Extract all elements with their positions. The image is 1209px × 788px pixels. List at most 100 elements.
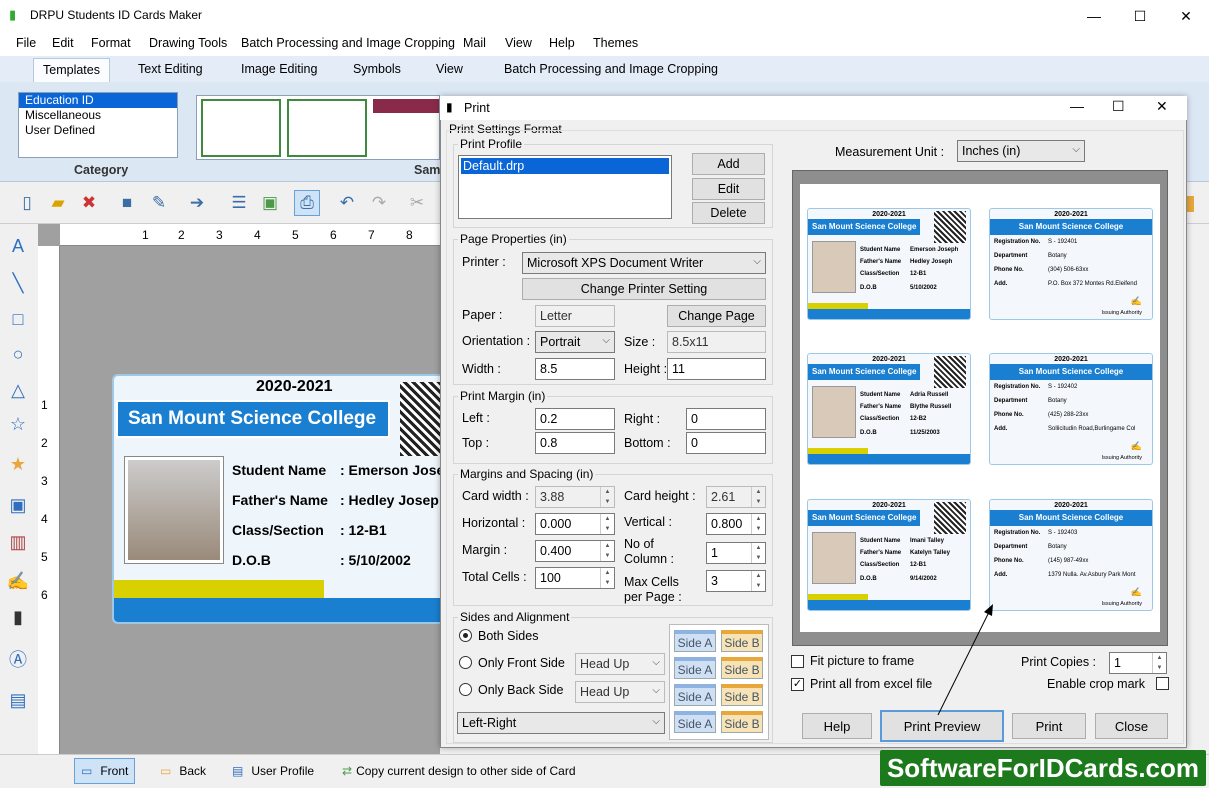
margin-right-field[interactable]: 0 — [686, 408, 766, 430]
save-icon[interactable]: ■ — [114, 190, 140, 216]
picture-tool-icon[interactable]: ▣ — [4, 491, 32, 519]
category-item[interactable]: User Defined — [19, 123, 177, 138]
tab-batch[interactable]: Batch Processing and Image Cropping — [504, 62, 718, 76]
line-tool-icon[interactable]: ╲ — [4, 269, 32, 297]
category-item[interactable]: Miscellaneous — [19, 108, 177, 123]
category-item[interactable]: Education ID — [19, 93, 177, 108]
card-height-field[interactable]: 2.61 ▲ ▼ — [706, 486, 766, 508]
text-tool-icon[interactable]: A — [4, 232, 32, 260]
columns-field[interactable]: 1 ▲ ▼ — [706, 542, 766, 564]
front-button[interactable]: ▭ Front — [74, 758, 136, 784]
sample-thumbnail[interactable] — [287, 99, 367, 157]
front-side-radio[interactable] — [459, 656, 472, 669]
new-icon[interactable]: ▯ — [14, 190, 40, 216]
redo-icon[interactable]: ↷ — [366, 190, 392, 216]
alignment-select[interactable]: Left-Right ⌵ — [457, 712, 665, 734]
library-tool-icon[interactable]: ▥ — [4, 528, 32, 556]
barcode-tool-icon[interactable]: ▮ — [4, 603, 32, 631]
close-file-icon[interactable]: ✖ — [76, 190, 102, 216]
save-as-icon[interactable]: ✎ — [146, 190, 172, 216]
spinner-arrows-icon[interactable]: ▲ ▼ — [600, 514, 614, 534]
word-art-tool-icon[interactable]: Ⓐ — [4, 645, 32, 673]
copy-design-button[interactable]: ⇄ Copy current design to other side of Ca… — [336, 758, 582, 784]
printer-select[interactable]: Microsoft XPS Document Writer ⌵ — [522, 252, 766, 274]
change-printer-button[interactable]: Change Printer Setting — [522, 278, 766, 300]
tab-text-editing[interactable]: Text Editing — [138, 62, 203, 76]
signature-tool-icon[interactable]: ✍ — [4, 567, 32, 595]
both-sides-radio[interactable] — [459, 629, 472, 642]
menu-batch[interactable]: Batch Processing and Image Cropping — [241, 36, 455, 50]
back-head-up-select[interactable]: Head Up ⌵ — [575, 681, 665, 703]
spinner-arrows-icon[interactable]: ▲ ▼ — [600, 568, 614, 588]
open-icon[interactable]: ▰ — [45, 190, 71, 216]
delete-profile-button[interactable]: Delete — [692, 202, 765, 224]
maximize-button[interactable]: ☐ — [1117, 0, 1163, 32]
user-profile-button[interactable]: ▤ User Profile — [226, 758, 320, 784]
image-library-icon[interactable]: ▤ — [4, 686, 32, 714]
image-icon[interactable]: ▣ — [257, 190, 283, 216]
menu-themes[interactable]: Themes — [593, 36, 638, 50]
spinner-arrows-icon[interactable]: ▲ ▼ — [600, 487, 614, 507]
tab-templates[interactable]: Templates — [33, 58, 110, 82]
help-button[interactable]: Help — [802, 713, 872, 739]
measurement-unit-select[interactable]: Inches (in) ⌵ — [957, 140, 1085, 162]
dialog-close-button[interactable]: ✕ — [1156, 98, 1168, 115]
menu-format[interactable]: Format — [91, 36, 131, 50]
menu-file[interactable]: File — [16, 36, 36, 50]
paper-field[interactable]: Letter — [535, 305, 615, 327]
cut-icon[interactable]: ✂ — [404, 190, 430, 216]
max-cells-field[interactable]: 3 ▲ ▼ — [706, 570, 766, 592]
spinner-arrows-icon[interactable]: ▲ ▼ — [751, 571, 765, 591]
category-list[interactable]: Education ID Miscellaneous User Defined — [18, 92, 178, 158]
close-dialog-button[interactable]: Close — [1095, 713, 1168, 739]
back-button[interactable]: ▭ Back — [154, 758, 212, 784]
crop-mark-checkbox[interactable] — [1156, 677, 1169, 690]
size-field[interactable]: 8.5x11 — [667, 331, 766, 353]
dialog-maximize-button[interactable]: ☐ — [1112, 98, 1125, 115]
tab-view[interactable]: View — [436, 62, 463, 76]
edit-profile-button[interactable]: Edit — [692, 178, 765, 200]
margin-top-field[interactable]: 0.8 — [535, 432, 615, 454]
fit-picture-checkbox[interactable] — [791, 655, 804, 668]
menu-drawing-tools[interactable]: Drawing Tools — [149, 36, 227, 50]
total-cells-field[interactable]: 100 ▲ ▼ — [535, 567, 615, 589]
dialog-minimize-button[interactable]: — — [1070, 98, 1084, 114]
ellipse-tool-icon[interactable]: ○ — [4, 340, 32, 368]
back-side-radio[interactable] — [459, 683, 472, 696]
print-button[interactable]: Print — [1012, 713, 1086, 739]
minimize-button[interactable]: — — [1071, 0, 1117, 32]
spinner-arrows-icon[interactable]: ▲ ▼ — [751, 514, 765, 534]
spinner-arrows-icon[interactable]: ▲ ▼ — [751, 543, 765, 563]
spinner-arrows-icon[interactable]: ▲ ▼ — [600, 541, 614, 561]
properties-icon[interactable]: ☰ — [226, 190, 252, 216]
sample-thumbnail[interactable] — [201, 99, 281, 157]
undo-icon[interactable]: ↶ — [334, 190, 360, 216]
height-field[interactable]: 11 — [667, 358, 766, 380]
width-field[interactable]: 8.5 — [535, 358, 615, 380]
vertical-field[interactable]: 0.800 ▲ ▼ — [706, 513, 766, 535]
rectangle-tool-icon[interactable]: □ — [4, 305, 32, 333]
menu-view[interactable]: View — [505, 36, 532, 50]
print-profile-item[interactable]: Default.drp — [461, 158, 669, 174]
orientation-select[interactable]: Portrait ⌵ — [535, 331, 615, 353]
add-profile-button[interactable]: Add — [692, 153, 765, 175]
margin-left-field[interactable]: 0.2 — [535, 408, 615, 430]
horizontal-field[interactable]: 0.000 ▲ ▼ — [535, 513, 615, 535]
tab-image-editing[interactable]: Image Editing — [241, 62, 317, 76]
tab-symbols[interactable]: Symbols — [353, 62, 401, 76]
print-icon[interactable]: ⎙ — [294, 190, 320, 216]
spinner-arrows-icon[interactable]: ▲ ▼ — [751, 487, 765, 507]
menu-mail[interactable]: Mail — [463, 36, 486, 50]
print-all-excel-checkbox[interactable]: ✓ — [791, 678, 804, 691]
print-profile-list[interactable]: Default.drp — [458, 155, 672, 219]
spinner-arrows-icon[interactable]: ▲ ▼ — [1152, 653, 1166, 673]
menu-help[interactable]: Help — [549, 36, 575, 50]
triangle-tool-icon[interactable]: △ — [4, 376, 32, 404]
front-head-up-select[interactable]: Head Up ⌵ — [575, 653, 665, 675]
id-card-front[interactable]: 2020-2021 San Mount Science College Stud… — [112, 374, 452, 624]
margin-field[interactable]: 0.400 ▲ ▼ — [535, 540, 615, 562]
close-button[interactable]: ✕ — [1163, 0, 1209, 32]
export-icon[interactable]: ➔ — [184, 190, 210, 216]
print-copies-field[interactable]: 1 ▲ ▼ — [1109, 652, 1167, 674]
symbol-tool-icon[interactable]: ★ — [4, 450, 32, 478]
